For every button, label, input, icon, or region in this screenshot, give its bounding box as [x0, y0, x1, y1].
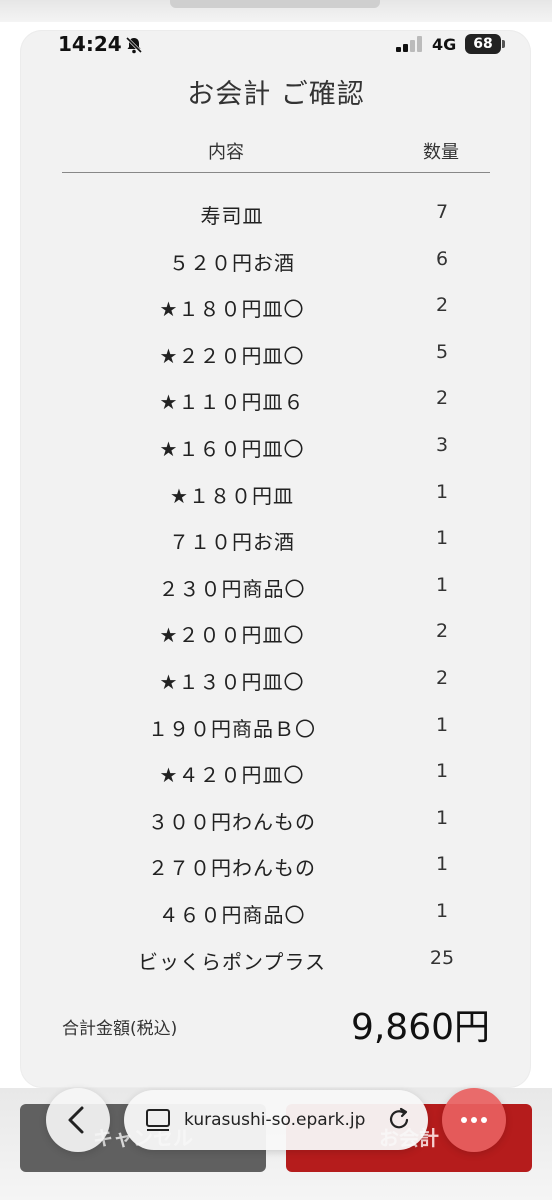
item-row: ビッくらポンプラス 25: [0, 938, 552, 978]
column-header-quantity: 数量: [423, 142, 459, 163]
item-quantity: 25: [429, 946, 455, 969]
item-quantity: 7: [435, 201, 449, 223]
item-quantity: 1: [435, 527, 449, 550]
item-quantity: 5: [435, 340, 449, 363]
header-divider: [62, 172, 490, 173]
status-time: 14:24: [58, 32, 122, 56]
item-quantity: 2: [435, 387, 449, 410]
item-row: ３００円わんもの 1: [0, 798, 552, 838]
url-text[interactable]: kurasushi-so.epark.jp: [184, 1110, 365, 1130]
item-name: １９０円商品Ｂ〇: [148, 716, 316, 741]
item-quantity: 1: [435, 713, 449, 736]
item-name: ★４２０円皿〇: [159, 763, 305, 788]
item-name: ★１８０円皿: [170, 483, 294, 508]
item-name: ２３０円商品〇: [158, 576, 306, 601]
browser-back-button[interactable]: [46, 1088, 110, 1152]
item-row: ４６０円商品〇 1: [0, 891, 552, 931]
item-row: ★１８０円皿 1: [0, 472, 552, 512]
item-quantity: 2: [435, 294, 449, 317]
item-name: ★１１０円皿６: [159, 390, 305, 415]
item-row: ★４２０円皿〇 1: [0, 751, 552, 791]
item-row: ★１８０円皿〇 2: [0, 285, 552, 325]
item-name: 寿司皿: [200, 204, 264, 228]
battery-icon: 68: [465, 34, 505, 54]
item-name: ４６０円商品〇: [158, 903, 306, 927]
item-row: ２３０円商品〇 1: [0, 565, 552, 605]
item-quantity: 2: [435, 667, 449, 689]
item-quantity: 1: [435, 573, 449, 596]
item-name: ３００円わんもの: [148, 809, 316, 834]
item-quantity: 6: [435, 247, 449, 270]
item-row: ★１１０円皿６ 2: [0, 378, 552, 418]
item-name: ７１０円お酒: [169, 530, 295, 555]
item-row: １９０円商品Ｂ〇 1: [0, 705, 552, 745]
network-type: 4G: [432, 35, 457, 54]
item-name: ５２０円お酒: [169, 250, 295, 275]
item-name: ★２００円皿〇: [159, 623, 305, 648]
item-quantity: 1: [435, 480, 449, 503]
reload-icon[interactable]: [382, 1090, 418, 1150]
column-header-content: 内容: [208, 142, 244, 163]
total-label: 合計金額(税込): [62, 1019, 178, 1039]
signal-icon: [396, 36, 422, 52]
item-name: ★１３０円皿〇: [159, 670, 305, 694]
item-name: ★１８０円皿〇: [159, 297, 305, 322]
total-amount: 9,860円: [350, 1007, 490, 1048]
bell-muted-icon: [125, 36, 143, 54]
item-row: ★１３０円皿〇 2: [0, 658, 552, 698]
item-name: ★２２０円皿〇: [159, 343, 305, 368]
item-quantity: 3: [435, 434, 449, 456]
item-row: ★２００円皿〇 2: [0, 611, 552, 651]
item-name: ★１６０円皿〇: [159, 437, 305, 461]
item-quantity: 1: [435, 806, 449, 829]
chevron-left-icon: [68, 1106, 84, 1134]
more-icon: [461, 1117, 487, 1123]
item-quantity: 2: [435, 620, 449, 643]
item-quantity: 1: [435, 760, 449, 783]
item-quantity: 1: [435, 900, 449, 922]
item-name: ２７０円わんもの: [148, 856, 316, 881]
item-row: ★２２０円皿〇 5: [0, 332, 552, 372]
status-bar: 14:24 4G 68: [0, 0, 552, 60]
tabs-icon: [146, 1109, 170, 1131]
item-row: 寿司皿 7: [0, 192, 552, 232]
item-row: ５２０円お酒 6: [0, 239, 552, 279]
item-name: ビッくらポンプラス: [138, 949, 326, 974]
page-title: お会計 ご確認: [187, 79, 365, 110]
item-quantity: 1: [435, 853, 449, 876]
browser-more-button[interactable]: [442, 1088, 506, 1152]
item-row: ７１０円お酒 1: [0, 518, 552, 558]
item-row: ２７０円わんもの 1: [0, 844, 552, 884]
item-row: ★１６０円皿〇 3: [0, 425, 552, 465]
